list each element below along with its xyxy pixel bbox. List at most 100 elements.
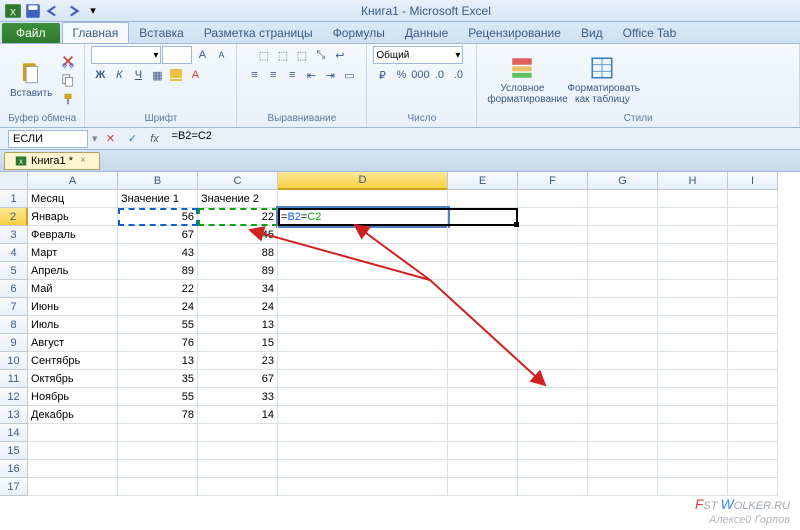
- cell-H5[interactable]: [658, 262, 728, 280]
- cell-E11[interactable]: [448, 370, 518, 388]
- cell-F4[interactable]: [518, 244, 588, 262]
- cell-I11[interactable]: [728, 370, 778, 388]
- cell-H13[interactable]: [658, 406, 728, 424]
- cell-A5[interactable]: Апрель: [28, 262, 118, 280]
- currency-icon[interactable]: ₽: [373, 66, 391, 84]
- cell-B3[interactable]: 67: [118, 226, 198, 244]
- cell-F6[interactable]: [518, 280, 588, 298]
- cell-C2[interactable]: 22: [198, 208, 278, 226]
- cell-G14[interactable]: [588, 424, 658, 442]
- qat-dropdown-icon[interactable]: ▾: [84, 2, 102, 20]
- cell-D1[interactable]: [278, 190, 448, 208]
- cell-A16[interactable]: [28, 460, 118, 478]
- cell-B7[interactable]: 24: [118, 298, 198, 316]
- select-all-corner[interactable]: [0, 172, 28, 190]
- cell-C7[interactable]: 24: [198, 298, 278, 316]
- cell-E15[interactable]: [448, 442, 518, 460]
- cell-E8[interactable]: [448, 316, 518, 334]
- tab-insert[interactable]: Вставка: [129, 23, 194, 43]
- format-painter-icon[interactable]: [58, 90, 78, 108]
- cell-H11[interactable]: [658, 370, 728, 388]
- cell-E9[interactable]: [448, 334, 518, 352]
- cell-I14[interactable]: [728, 424, 778, 442]
- cell-A1[interactable]: Месяц: [28, 190, 118, 208]
- cell-I6[interactable]: [728, 280, 778, 298]
- cell-E5[interactable]: [448, 262, 518, 280]
- cell-G5[interactable]: [588, 262, 658, 280]
- cell-G10[interactable]: [588, 352, 658, 370]
- excel-icon[interactable]: X: [4, 2, 22, 20]
- increase-font-icon[interactable]: A: [193, 46, 211, 64]
- cell-I8[interactable]: [728, 316, 778, 334]
- cell-H3[interactable]: [658, 226, 728, 244]
- cell-C5[interactable]: 89: [198, 262, 278, 280]
- cell-I10[interactable]: [728, 352, 778, 370]
- formula-input[interactable]: =B2=C2: [168, 130, 792, 148]
- cell-F17[interactable]: [518, 478, 588, 496]
- cell-B16[interactable]: [118, 460, 198, 478]
- cell-I5[interactable]: [728, 262, 778, 280]
- cell-I4[interactable]: [728, 244, 778, 262]
- cell-I2[interactable]: [728, 208, 778, 226]
- cell-F13[interactable]: [518, 406, 588, 424]
- cell-G4[interactable]: [588, 244, 658, 262]
- cell-D16[interactable]: [278, 460, 448, 478]
- cell-A15[interactable]: [28, 442, 118, 460]
- font-color-icon[interactable]: A: [186, 66, 204, 84]
- row-header-17[interactable]: 17: [0, 478, 28, 496]
- column-header-E[interactable]: E: [448, 172, 518, 190]
- cell-C16[interactable]: [198, 460, 278, 478]
- cell-C14[interactable]: [198, 424, 278, 442]
- cell-D4[interactable]: [278, 244, 448, 262]
- cell-I9[interactable]: [728, 334, 778, 352]
- cell-I3[interactable]: [728, 226, 778, 244]
- tab-page-layout[interactable]: Разметка страницы: [194, 23, 323, 43]
- wrap-text-icon[interactable]: ↩: [331, 46, 349, 64]
- cell-G11[interactable]: [588, 370, 658, 388]
- save-icon[interactable]: [24, 2, 42, 20]
- cell-H10[interactable]: [658, 352, 728, 370]
- number-format-select[interactable]: Общий▾: [373, 46, 463, 64]
- cell-E3[interactable]: [448, 226, 518, 244]
- row-header-1[interactable]: 1: [0, 190, 28, 208]
- conditional-formatting-button[interactable]: Условное форматирование: [483, 53, 561, 107]
- cell-I12[interactable]: [728, 388, 778, 406]
- cell-D12[interactable]: [278, 388, 448, 406]
- cell-H14[interactable]: [658, 424, 728, 442]
- cell-F2[interactable]: [518, 208, 588, 226]
- cell-A2[interactable]: Январь: [28, 208, 118, 226]
- close-workbook-icon[interactable]: ×: [77, 155, 89, 167]
- spreadsheet-grid[interactable]: ABCDEFGHI1МесяцЗначение 1Значение 22Янва…: [0, 172, 800, 496]
- cell-E4[interactable]: [448, 244, 518, 262]
- row-header-12[interactable]: 12: [0, 388, 28, 406]
- cell-C11[interactable]: 67: [198, 370, 278, 388]
- cell-G8[interactable]: [588, 316, 658, 334]
- row-header-15[interactable]: 15: [0, 442, 28, 460]
- orientation-icon[interactable]: ⤡: [312, 46, 330, 64]
- align-right-icon[interactable]: ≡: [283, 66, 301, 84]
- row-header-5[interactable]: 5: [0, 262, 28, 280]
- comma-icon[interactable]: 000: [411, 66, 429, 84]
- cell-D11[interactable]: [278, 370, 448, 388]
- cell-H17[interactable]: [658, 478, 728, 496]
- cell-D3[interactable]: [278, 226, 448, 244]
- file-tab[interactable]: Файл: [2, 23, 60, 43]
- cell-A13[interactable]: Декабрь: [28, 406, 118, 424]
- cut-icon[interactable]: [58, 52, 78, 70]
- cell-B1[interactable]: Значение 1: [118, 190, 198, 208]
- cell-A17[interactable]: [28, 478, 118, 496]
- align-left-icon[interactable]: ≡: [245, 66, 263, 84]
- cell-F3[interactable]: [518, 226, 588, 244]
- cell-A6[interactable]: Май: [28, 280, 118, 298]
- cell-D9[interactable]: [278, 334, 448, 352]
- cell-I17[interactable]: [728, 478, 778, 496]
- cell-D8[interactable]: [278, 316, 448, 334]
- cell-G15[interactable]: [588, 442, 658, 460]
- cell-B4[interactable]: 43: [118, 244, 198, 262]
- cell-H16[interactable]: [658, 460, 728, 478]
- cell-H12[interactable]: [658, 388, 728, 406]
- workbook-tab[interactable]: X Книга1 * ×: [4, 152, 100, 170]
- align-middle-icon[interactable]: ⬚: [274, 46, 292, 64]
- cell-E17[interactable]: [448, 478, 518, 496]
- cell-C6[interactable]: 34: [198, 280, 278, 298]
